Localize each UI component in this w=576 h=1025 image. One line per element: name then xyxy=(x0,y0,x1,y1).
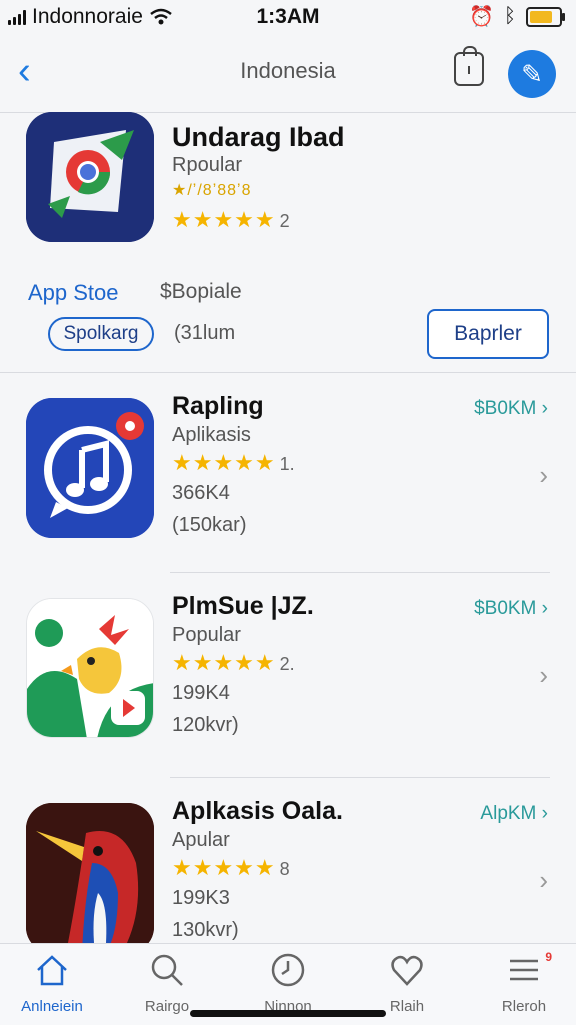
battery-icon xyxy=(526,6,565,27)
app-size: 130kvr) xyxy=(172,919,239,941)
get-button[interactable]: Baprler xyxy=(427,309,549,359)
notification-badge: 9 xyxy=(545,950,552,964)
app-category: Popular xyxy=(172,624,241,646)
tab-label: Rleroh xyxy=(501,998,547,1015)
app-name: PlmSue |JZ. xyxy=(172,592,314,620)
rating-value: 1. xyxy=(279,454,295,474)
featured-price: $Bopiale xyxy=(160,280,242,303)
star-rating-icons: ★★★★★ xyxy=(172,450,276,475)
star-rating-icons: ★★★★★ xyxy=(172,855,276,880)
rating-value: 8 xyxy=(279,859,290,879)
featured-size: (31lum xyxy=(174,322,236,344)
app-price-link[interactable]: $B0KM › xyxy=(474,598,548,620)
alarm-icon: ⏰ xyxy=(469,6,494,28)
category-pill[interactable]: Spolkarg xyxy=(48,317,154,351)
menu-icon xyxy=(474,952,574,992)
bluetooth-icon: ᛒ xyxy=(504,5,516,27)
app-rating: ★★★★★ 2. xyxy=(172,650,295,676)
status-right: ⏰ ᛒ xyxy=(469,4,565,29)
app-size: 120kvr) xyxy=(172,714,239,736)
status-bar: Indonnoraie 1:3AM ⏰ ᛒ xyxy=(0,0,576,34)
list-item[interactable]: Rapling Aplikasis ★★★★★ 1. 366K4 (150kar)… xyxy=(0,372,576,572)
page-title: Indonesia xyxy=(240,58,336,83)
profile-icon[interactable]: ✎ xyxy=(508,50,556,98)
app-price-link[interactable]: $B0KM › xyxy=(474,398,548,420)
search-icon xyxy=(117,952,217,992)
featured-app-subtitle: ★/ʼ/8ʼ88ʼ8 xyxy=(172,182,252,199)
app-price-link[interactable]: AlpKM › xyxy=(480,803,548,825)
star-rating-icons: ★★★★★ xyxy=(172,207,276,232)
app-name: Rapling xyxy=(172,392,264,420)
app-size: (150kar) xyxy=(172,514,247,536)
tab-search[interactable]: Rairgo xyxy=(117,952,217,1015)
featured-app-rating: ★★★★★ 2 xyxy=(172,207,290,233)
home-indicator[interactable] xyxy=(190,1010,386,1017)
chevron-right-icon[interactable]: › xyxy=(539,865,548,896)
tab-label: Anlneiein xyxy=(21,998,83,1015)
app-rating: ★★★★★ 8 xyxy=(172,855,290,881)
star-rating-icons: ★★★★★ xyxy=(172,650,276,675)
rating-value: 2 xyxy=(279,211,290,231)
list-item[interactable]: PlmSue |JZ. Popular ★★★★★ 2. 199K4 120kvr… xyxy=(0,572,576,777)
rating-value: 2. xyxy=(279,654,295,674)
app-download-count: 199K3 xyxy=(172,887,230,909)
clock-icon xyxy=(238,952,338,992)
heart-icon xyxy=(357,952,457,992)
tab-menu[interactable]: 9 Rleroh xyxy=(474,950,574,1015)
app-download-count: 366K4 xyxy=(172,482,230,504)
featured-app-category: Rpoular xyxy=(172,154,243,176)
app-category: Aplikasis xyxy=(172,424,251,446)
featured-app-name: Undarag Ibad xyxy=(172,122,345,152)
home-icon xyxy=(2,952,102,992)
app-name: Aplkasis Oala. xyxy=(172,797,343,825)
app-store-link[interactable]: App Stoe xyxy=(28,280,119,306)
app-category: Apular xyxy=(172,829,230,851)
app-download-count: 199K4 xyxy=(172,682,230,704)
featured-app-icon[interactable] xyxy=(26,112,154,242)
tab-favorites[interactable]: Rlaih xyxy=(357,952,457,1015)
chevron-right-icon[interactable]: › xyxy=(539,460,548,491)
music-app-icon[interactable] xyxy=(26,398,154,538)
featured-app: Undarag Ibad Rpoular ★/ʼ/8ʼ88ʼ8 ★★★★★ 2 A… xyxy=(0,112,576,373)
list-item[interactable]: Aplkasis Oala. Apular ★★★★★ 8 199K3 130kv… xyxy=(0,777,576,943)
tab-clock[interactable]: Ninnon xyxy=(238,952,338,1015)
tab-home[interactable]: Anlneiein xyxy=(2,952,102,1015)
navigation-bar: ‹ Indonesia ✎ xyxy=(0,34,576,113)
shopping-bag-icon[interactable] xyxy=(454,46,484,86)
chevron-right-icon[interactable]: › xyxy=(539,660,548,691)
woodpecker-app-icon[interactable] xyxy=(26,803,154,943)
app-rating: ★★★★★ 1. xyxy=(172,450,295,476)
bird-app-icon[interactable] xyxy=(26,598,154,738)
